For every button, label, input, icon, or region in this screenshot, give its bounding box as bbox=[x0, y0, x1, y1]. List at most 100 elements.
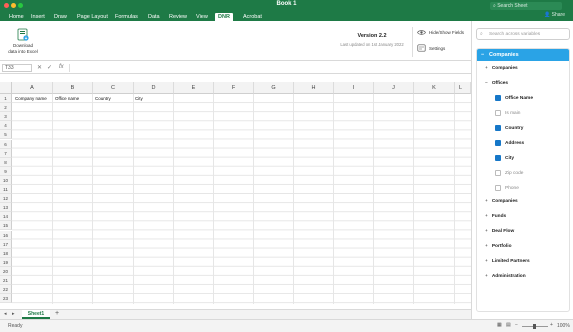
cell-area[interactable] bbox=[12, 94, 471, 304]
tree-item-deal-flow[interactable]: + Deal Flow bbox=[485, 229, 514, 234]
row-header[interactable]: 18 bbox=[0, 248, 12, 258]
name-box[interactable]: T33 bbox=[2, 64, 32, 72]
field-phone[interactable]: Phone bbox=[495, 185, 519, 191]
zoom-slider[interactable] bbox=[522, 324, 548, 329]
column-header[interactable]: L bbox=[455, 82, 471, 94]
tab-review[interactable]: Review bbox=[166, 13, 190, 21]
row-header[interactable]: 19 bbox=[0, 257, 12, 267]
row-header[interactable]: 20 bbox=[0, 266, 12, 276]
tab-dnr[interactable]: DNR bbox=[215, 12, 233, 21]
field-office-name[interactable]: Office Name bbox=[495, 95, 533, 101]
tree-header-companies[interactable]: − Companies bbox=[477, 49, 569, 61]
row-header[interactable]: 3 bbox=[0, 112, 12, 122]
tab-formulas[interactable]: Formulas bbox=[112, 13, 141, 21]
checkbox-checked-icon[interactable] bbox=[495, 155, 501, 161]
column-header[interactable]: B bbox=[53, 82, 93, 94]
page-layout-view-icon[interactable]: ▤ bbox=[506, 322, 511, 328]
add-sheet-icon[interactable]: + bbox=[55, 310, 59, 317]
hide-show-fields-button[interactable]: Hide/Show Fields bbox=[417, 29, 464, 36]
tree-item-companies[interactable]: + Companies bbox=[485, 66, 518, 71]
checkbox-checked-icon[interactable] bbox=[495, 95, 501, 101]
row-header[interactable]: 7 bbox=[0, 148, 12, 158]
row-header[interactable]: 22 bbox=[0, 285, 12, 295]
field-country[interactable]: Country bbox=[495, 125, 523, 131]
settings-button[interactable]: Settings bbox=[417, 44, 445, 52]
row-header[interactable]: 23 bbox=[0, 294, 12, 304]
function-icon[interactable]: fx bbox=[59, 64, 64, 70]
column-header[interactable]: D bbox=[134, 82, 174, 94]
cell-d1[interactable]: City bbox=[135, 96, 143, 101]
checkbox-unchecked-icon[interactable] bbox=[495, 170, 501, 176]
zoom-out-icon[interactable]: − bbox=[515, 322, 518, 328]
cell-b1[interactable]: Office name bbox=[55, 96, 79, 101]
tab-page-layout[interactable]: Page Layout bbox=[74, 13, 111, 21]
next-sheet-icon[interactable]: ▸ bbox=[12, 311, 15, 317]
tab-insert[interactable]: Insert bbox=[28, 13, 48, 21]
checkbox-unchecked-icon[interactable] bbox=[495, 110, 501, 116]
row-header[interactable]: 16 bbox=[0, 230, 12, 240]
column-header[interactable]: H bbox=[294, 82, 334, 94]
row-header[interactable]: 1 bbox=[0, 94, 12, 104]
confirm-icon[interactable]: ✓ bbox=[47, 64, 52, 71]
tree-item-companies-2[interactable]: + Companies bbox=[485, 199, 518, 204]
field-label: City bbox=[505, 155, 515, 161]
sheet-tab[interactable]: Sheet1 bbox=[22, 310, 50, 319]
formula-input[interactable] bbox=[69, 64, 469, 72]
tree-item-offices[interactable]: − Offices bbox=[485, 81, 508, 86]
column-header[interactable]: K bbox=[414, 82, 455, 94]
column-header[interactable]: C bbox=[93, 82, 134, 94]
row-header[interactable]: 5 bbox=[0, 130, 12, 140]
tab-data[interactable]: Data bbox=[145, 13, 163, 21]
search-sheet-input[interactable]: ⌕ Search Sheet bbox=[490, 1, 562, 10]
row-header[interactable]: 2 bbox=[0, 103, 12, 113]
column-header[interactable]: E bbox=[174, 82, 214, 94]
row-header[interactable]: 17 bbox=[0, 239, 12, 249]
cancel-icon[interactable]: ✕ bbox=[37, 64, 42, 71]
row-header[interactable]: 14 bbox=[0, 212, 12, 222]
row-header[interactable]: 6 bbox=[0, 139, 12, 149]
tree-item-administration[interactable]: + Administration bbox=[485, 274, 526, 279]
column-header[interactable]: G bbox=[254, 82, 294, 94]
normal-view-icon[interactable]: ▦ bbox=[497, 322, 502, 328]
field-city[interactable]: City bbox=[495, 155, 514, 161]
zoom-slider-thumb[interactable] bbox=[533, 324, 536, 329]
tree-item-label: Portfolio bbox=[491, 244, 512, 249]
field-zip-code[interactable]: Zip code bbox=[495, 170, 523, 176]
tab-acrobat[interactable]: Acrobat bbox=[240, 13, 265, 21]
tab-view[interactable]: View bbox=[193, 13, 211, 21]
checkbox-checked-icon[interactable] bbox=[495, 140, 501, 146]
field-label: Phone bbox=[505, 185, 519, 191]
row-header[interactable]: 13 bbox=[0, 203, 12, 213]
tab-home[interactable]: Home bbox=[6, 13, 27, 21]
row-header[interactable]: 12 bbox=[0, 194, 12, 204]
tree-item-portfolio[interactable]: + Portfolio bbox=[485, 244, 512, 249]
field-address[interactable]: Address bbox=[495, 140, 524, 146]
formula-bar: T33 ✕ ✓ fx bbox=[0, 62, 471, 74]
row-header[interactable]: 11 bbox=[0, 185, 12, 195]
checkbox-unchecked-icon[interactable] bbox=[495, 185, 501, 191]
tree-item-funds[interactable]: + Funds bbox=[485, 214, 506, 219]
row-header[interactable]: 4 bbox=[0, 121, 12, 131]
row-header[interactable]: 9 bbox=[0, 166, 12, 176]
variables-search-input[interactable]: ⌕ Search across variables bbox=[476, 28, 570, 40]
field-is-main[interactable]: Is main bbox=[495, 110, 520, 116]
download-data-button[interactable]: Download data into Excel bbox=[8, 28, 38, 54]
row-header[interactable]: 10 bbox=[0, 175, 12, 185]
column-header[interactable]: A bbox=[12, 82, 53, 94]
cell-c1[interactable]: Country bbox=[95, 96, 111, 101]
tree-item-label: Administration bbox=[491, 274, 526, 279]
column-header[interactable]: F bbox=[214, 82, 254, 94]
zoom-in-icon[interactable]: + bbox=[550, 322, 553, 328]
tab-draw[interactable]: Draw bbox=[51, 13, 70, 21]
column-header[interactable]: J bbox=[374, 82, 414, 94]
cell-a1[interactable]: Company name bbox=[15, 96, 47, 101]
share-button[interactable]: 👤 Share bbox=[544, 12, 565, 18]
tree-item-limited-partners[interactable]: + Limited Partners bbox=[485, 259, 530, 264]
row-header[interactable]: 15 bbox=[0, 221, 12, 231]
prev-sheet-icon[interactable]: ◂ bbox=[4, 311, 7, 317]
row-header[interactable]: 21 bbox=[0, 276, 12, 286]
checkbox-checked-icon[interactable] bbox=[495, 125, 501, 131]
select-all-corner[interactable] bbox=[0, 82, 12, 94]
row-header[interactable]: 8 bbox=[0, 157, 12, 167]
column-header[interactable]: I bbox=[334, 82, 374, 94]
